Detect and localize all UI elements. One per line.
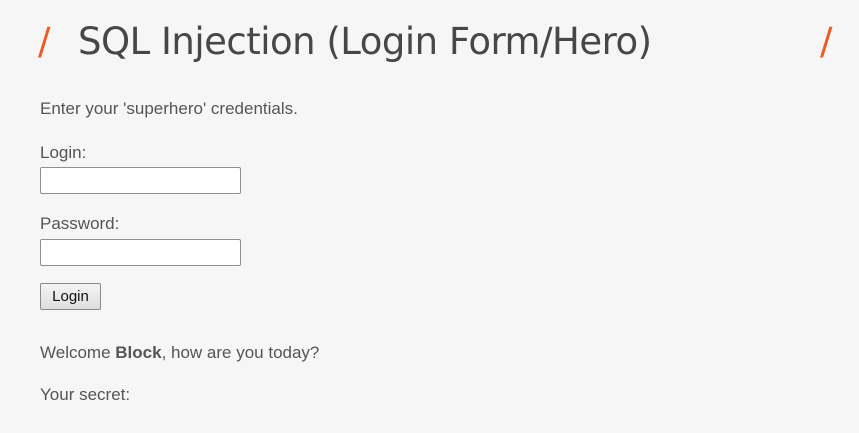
welcome-suffix: , how are you today? — [161, 343, 320, 362]
user-name: Block — [115, 343, 162, 362]
login-button[interactable]: Login — [40, 283, 101, 310]
password-input[interactable] — [40, 239, 241, 266]
title-slash-left: / — [38, 20, 50, 63]
intro-text: Enter your 'superhero' credentials. — [40, 99, 298, 118]
title-text: SQL Injection (Login Form/Hero) — [78, 20, 652, 63]
login-input[interactable] — [40, 167, 241, 194]
login-label: Login: — [40, 143, 87, 162]
title-slash-right: / — [820, 20, 832, 63]
secret-label: Your secret: — [40, 385, 131, 404]
welcome-message: Welcome Block, how are you today? — [40, 342, 319, 364]
welcome-prefix: Welcome — [40, 343, 116, 362]
password-label: Password: — [40, 214, 120, 233]
